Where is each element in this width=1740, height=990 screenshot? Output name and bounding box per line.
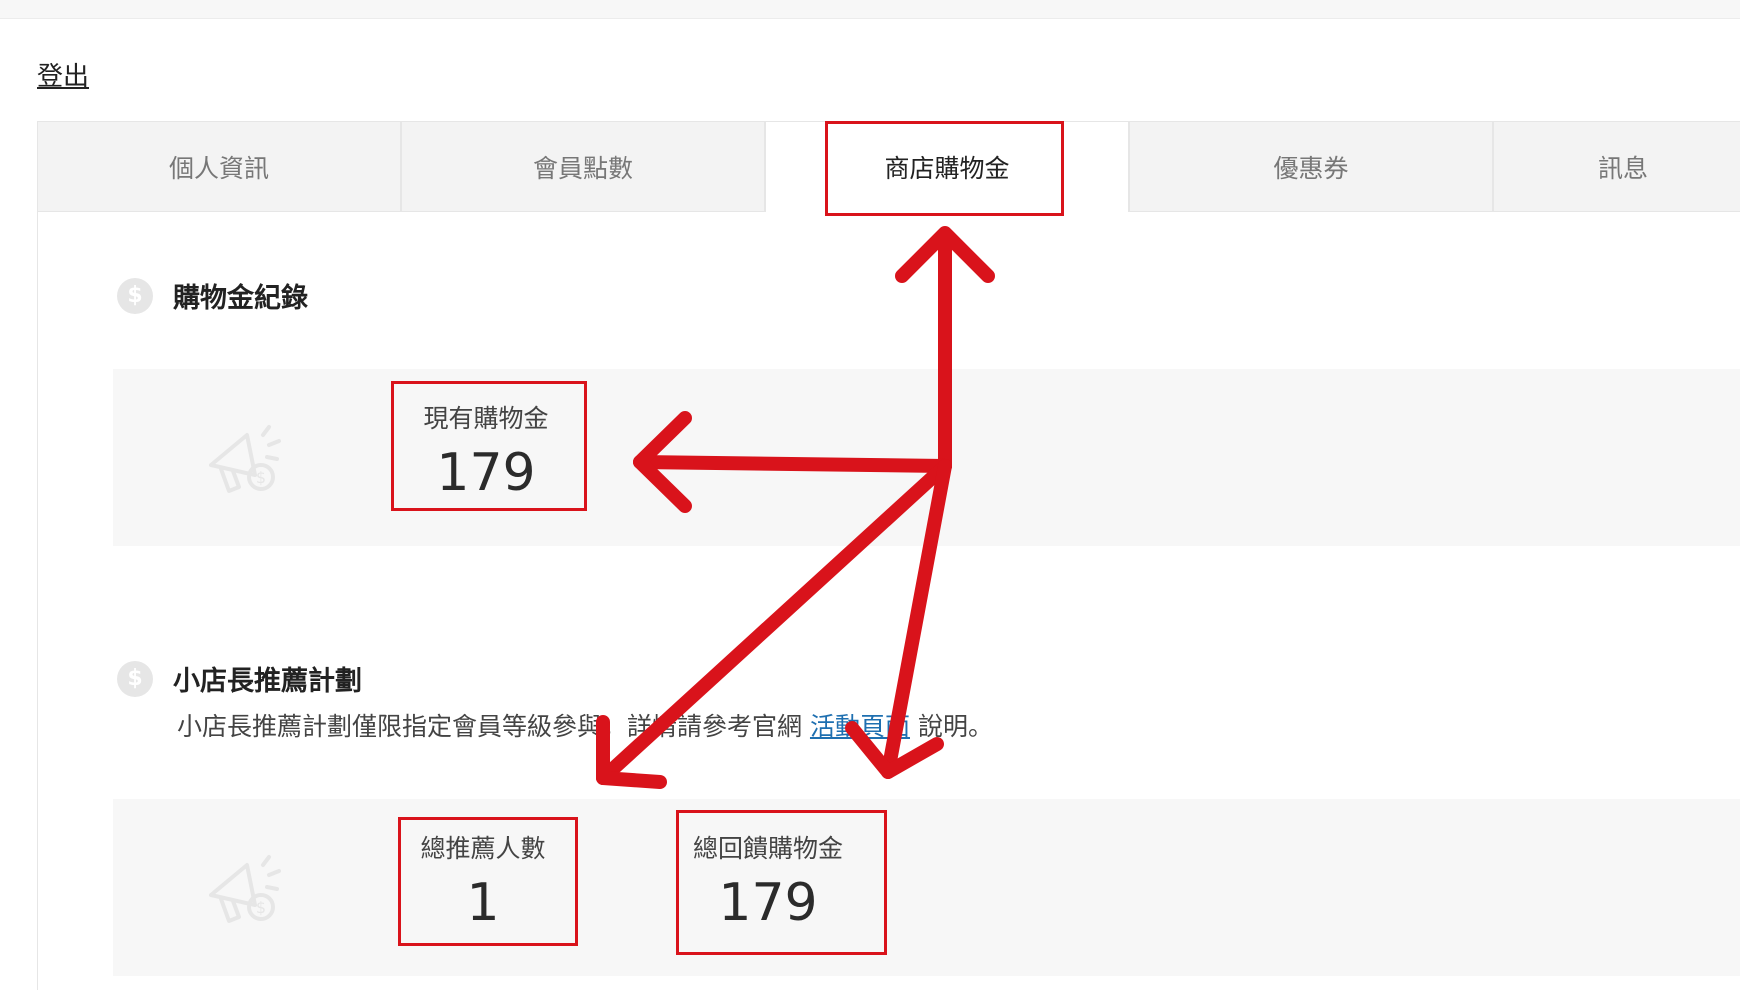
credit-summary-panel: $ 現有購物金 179 — [113, 369, 1740, 546]
dollar-circle-icon: $ — [117, 277, 153, 314]
tab-member-points[interactable]: 會員點數 — [401, 121, 765, 212]
current-credit-value: 179 — [436, 443, 536, 503]
total-referrals-label: 總推薦人數 — [420, 834, 546, 863]
total-rebate-stat: 總回饋購物金 179 — [676, 829, 860, 933]
referral-summary-panel: $ 總推薦人數 1 總回饋購物金 179 — [113, 799, 1740, 976]
tab-coupons[interactable]: 優惠券 — [1129, 121, 1493, 212]
megaphone-dollar-icon: $ — [209, 855, 281, 923]
tab-profile[interactable]: 個人資訊 — [37, 121, 401, 212]
referral-title: 小店長推薦計劃 — [173, 666, 362, 697]
campaign-page-link[interactable]: 活動頁面 — [810, 712, 910, 741]
total-referrals-value: 1 — [466, 873, 500, 933]
tab-messages[interactable]: 訊息 — [1493, 121, 1740, 212]
referral-heading: $ 小店長推薦計劃 — [117, 659, 362, 698]
referral-description-suffix: 說明。 — [917, 712, 993, 741]
total-rebate-label: 總回饋購物金 — [692, 834, 843, 863]
credit-history-title: 購物金紀錄 — [173, 283, 308, 314]
dollar-circle-icon: $ — [117, 660, 153, 697]
credit-history-heading: $ 購物金紀錄 — [117, 276, 308, 315]
logout-link[interactable]: 登出 — [37, 56, 89, 93]
svg-text:$: $ — [256, 898, 266, 917]
current-credit-stat: 現有購物金 179 — [397, 399, 575, 503]
account-tabs: 個人資訊 會員點數 商店購物金 優惠券 訊息 — [37, 121, 1740, 213]
referral-description-text: 小店長推薦計劃僅限指定會員等級參與，詳情請參考官網 — [177, 712, 803, 741]
top-bar — [0, 0, 1740, 19]
tab-store-credit[interactable]: 商店購物金 — [765, 121, 1129, 212]
svg-text:$: $ — [256, 468, 266, 487]
total-referrals-stat: 總推薦人數 1 — [403, 829, 563, 933]
current-credit-label: 現有購物金 — [423, 404, 549, 433]
referral-description: 小店長推薦計劃僅限指定會員等級參與，詳情請參考官網 活動頁面 說明。 — [177, 707, 993, 743]
content-border — [37, 212, 38, 990]
megaphone-dollar-icon: $ — [209, 425, 281, 493]
total-rebate-value: 179 — [718, 873, 818, 933]
